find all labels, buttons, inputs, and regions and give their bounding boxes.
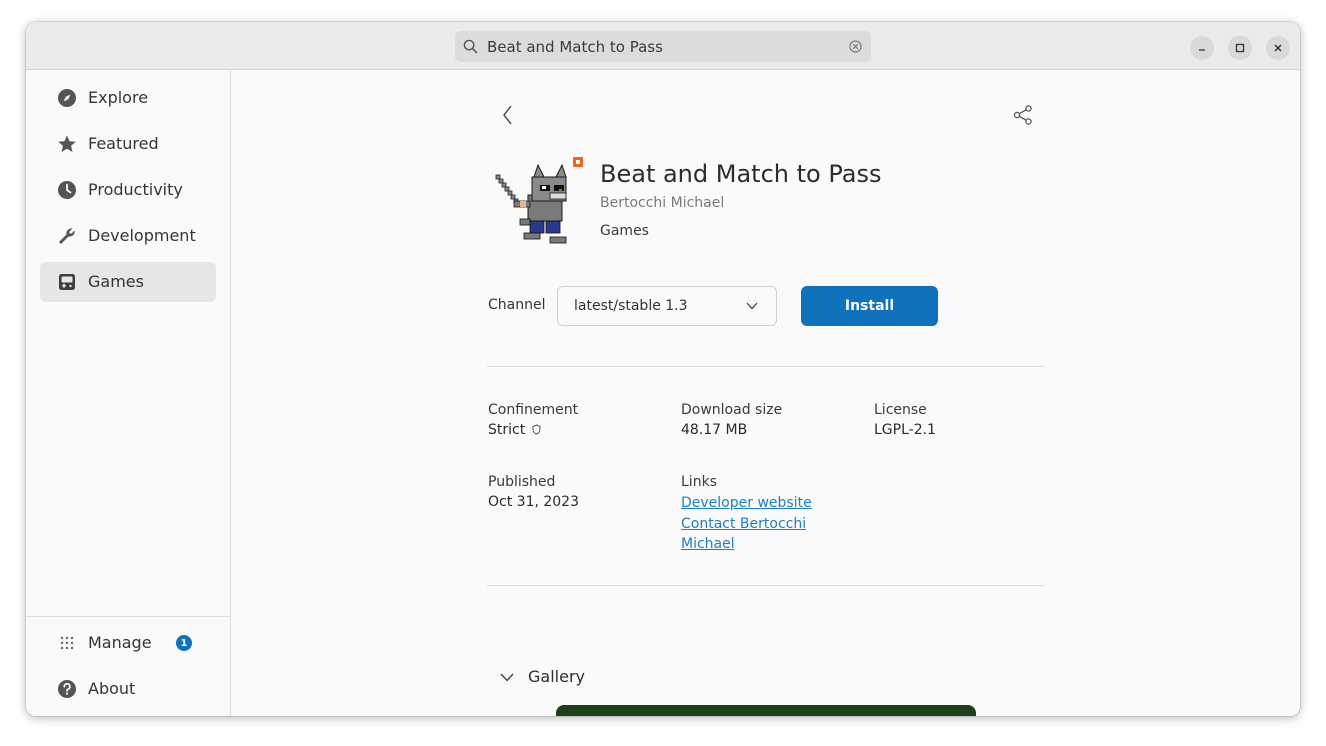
app-window: Beat and Match to Pass Explore Featured … xyxy=(26,22,1300,716)
search-field[interactable]: Beat and Match to Pass xyxy=(455,31,871,62)
channel-label: Channel xyxy=(488,297,546,313)
confinement-value: Strict xyxy=(488,422,541,438)
license-value: LGPL-2.1 xyxy=(874,422,936,438)
share-icon[interactable] xyxy=(1012,104,1034,126)
back-icon[interactable] xyxy=(501,104,515,126)
grid-icon xyxy=(60,636,74,650)
sidebar-divider xyxy=(26,616,230,617)
sidebar-item-label: Games xyxy=(88,272,144,291)
contact-developer-link-cont[interactable]: Michael xyxy=(681,536,735,552)
install-button[interactable]: Install xyxy=(801,286,938,326)
links-label: Links xyxy=(681,474,717,490)
minimize-button[interactable] xyxy=(1190,36,1214,60)
minimize-icon xyxy=(1199,49,1205,51)
divider xyxy=(487,366,1044,367)
sidebar-item-label: About xyxy=(88,679,136,698)
star-icon xyxy=(58,135,76,152)
compass-icon xyxy=(58,89,76,107)
sidebar-item-productivity[interactable]: Productivity xyxy=(40,170,216,210)
maximize-icon xyxy=(1235,43,1245,53)
download-size-value: 48.17 MB xyxy=(681,422,748,438)
channel-selected-value: latest/stable 1.3 xyxy=(574,298,688,314)
clock-icon xyxy=(58,181,76,199)
channel-dropdown[interactable]: latest/stable 1.3 xyxy=(557,286,777,326)
divider xyxy=(487,585,1044,586)
sidebar-item-development[interactable]: Development xyxy=(40,216,216,256)
contact-developer-link[interactable]: Contact Bertocchi xyxy=(681,516,806,532)
clear-search-icon[interactable] xyxy=(849,40,862,53)
sidebar-item-label: Explore xyxy=(88,88,149,107)
sidebar-item-label: Development xyxy=(88,226,196,245)
sidebar-item-label: Productivity xyxy=(88,180,183,199)
gamepad-icon xyxy=(59,274,75,290)
title-bar: Beat and Match to Pass xyxy=(26,22,1300,70)
search-icon xyxy=(463,39,478,54)
sidebar-item-label: Manage xyxy=(88,633,152,652)
help-icon xyxy=(58,680,76,698)
app-developer: Bertocchi Michael xyxy=(600,195,725,211)
gallery-toggle[interactable]: Gallery xyxy=(528,667,585,686)
chevron-down-icon[interactable] xyxy=(500,673,514,682)
updates-badge: 1 xyxy=(176,635,192,651)
close-icon xyxy=(1274,44,1282,52)
sidebar-item-about[interactable]: About xyxy=(40,669,216,709)
sidebar-item-featured[interactable]: Featured xyxy=(40,124,216,164)
close-button[interactable] xyxy=(1266,36,1290,60)
gallery-screenshot[interactable] xyxy=(556,705,976,716)
maximize-button[interactable] xyxy=(1228,36,1252,60)
wrench-icon xyxy=(59,228,75,244)
sidebar-item-explore[interactable]: Explore xyxy=(40,78,216,118)
app-category: Games xyxy=(600,223,649,239)
sidebar-item-label: Featured xyxy=(88,134,159,153)
confinement-label: Confinement xyxy=(488,402,579,418)
sidebar: Explore Featured Productivity Developmen… xyxy=(26,70,231,716)
shield-icon xyxy=(532,424,541,435)
chevron-down-icon xyxy=(746,302,758,310)
confinement-text: Strict xyxy=(488,422,526,438)
sidebar-item-manage[interactable]: Manage 1 xyxy=(40,623,216,663)
sidebar-item-games[interactable]: Games xyxy=(40,262,216,302)
download-size-label: Download size xyxy=(681,402,783,418)
search-input[interactable]: Beat and Match to Pass xyxy=(487,38,663,56)
app-title: Beat and Match to Pass xyxy=(600,160,882,188)
app-icon xyxy=(495,157,583,244)
developer-website-link[interactable]: Developer website xyxy=(681,495,812,511)
app-details-page: Beat and Match to Pass Bertocchi Michael… xyxy=(232,70,1300,716)
published-label: Published xyxy=(488,474,556,490)
published-value: Oct 31, 2023 xyxy=(488,494,579,510)
license-label: License xyxy=(874,402,927,418)
